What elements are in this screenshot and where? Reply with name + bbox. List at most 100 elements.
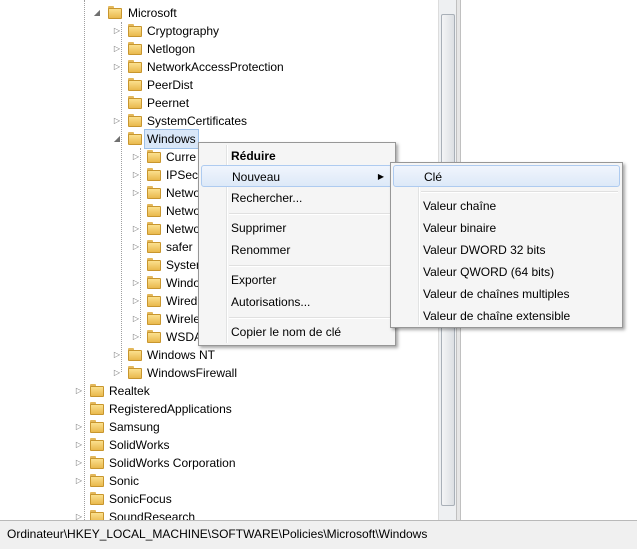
folder-icon <box>147 294 161 307</box>
folder-icon <box>147 186 161 199</box>
tree-node-label: Windows NT <box>147 348 216 362</box>
expand-icon[interactable]: ▷ <box>112 40 122 58</box>
submenu-item-valeur-dword[interactable]: Valeur DWORD 32 bits <box>393 239 620 261</box>
folder-icon <box>90 510 104 520</box>
menu-item-autorisations[interactable]: Autorisations... <box>201 291 393 313</box>
expand-icon[interactable]: ▷ <box>74 508 84 520</box>
tree-node-label: Wired <box>166 294 198 308</box>
tree-node-label: NetworkAccessProtection <box>147 60 284 74</box>
expand-icon[interactable]: ▷ <box>131 148 141 166</box>
submenu-item-valeur-chaine-extensible[interactable]: Valeur de chaîne extensible <box>393 305 620 327</box>
folder-icon <box>128 366 142 379</box>
menu-item-label: Valeur de chaînes multiples <box>423 287 570 301</box>
expand-icon[interactable]: ▷ <box>131 220 141 238</box>
status-path: Ordinateur\HKEY_LOCAL_MACHINE\SOFTWARE\P… <box>7 527 428 541</box>
menu-separator <box>229 317 391 319</box>
expand-icon[interactable]: ▷ <box>74 472 84 490</box>
folder-icon <box>90 402 104 415</box>
menu-item-copier-nom-cle[interactable]: Copier le nom de clé <box>201 321 393 343</box>
menu-item-label: Valeur binaire <box>423 221 497 235</box>
folder-icon <box>128 60 142 73</box>
tree-node-label: Wirele <box>166 312 201 326</box>
folder-icon <box>90 456 104 469</box>
menu-item-nouveau[interactable]: Nouveau ▶ <box>201 165 393 187</box>
menu-item-exporter[interactable]: Exporter <box>201 269 393 291</box>
tree-node-label: Curre <box>166 150 197 164</box>
folder-icon <box>128 78 142 91</box>
folder-icon <box>147 204 161 217</box>
tree-node-label: SonicFocus <box>109 492 172 506</box>
submenu-item-valeur-chaines-multiples[interactable]: Valeur de chaînes multiples <box>393 283 620 305</box>
menu-item-reduire[interactable]: Réduire <box>201 145 393 167</box>
menu-item-rechercher[interactable]: Rechercher... <box>201 187 393 209</box>
menu-item-label: Renommer <box>231 243 291 257</box>
folder-icon <box>128 114 142 127</box>
collapse-icon[interactable]: ◢ <box>112 130 122 148</box>
tree-node-label: Windows <box>144 129 199 149</box>
folder-icon <box>90 384 104 397</box>
tree-node-label: SystemCertificates <box>147 114 248 128</box>
tree-node-label: Windo <box>166 276 201 290</box>
expand-icon[interactable]: ▷ <box>74 454 84 472</box>
folder-icon <box>147 330 161 343</box>
expand-icon[interactable]: ▷ <box>74 436 84 454</box>
expand-icon[interactable]: ▷ <box>112 22 122 40</box>
menu-separator <box>229 265 391 267</box>
tree-node-label: RegisteredApplications <box>109 402 232 416</box>
submenu-item-valeur-binaire[interactable]: Valeur binaire <box>393 217 620 239</box>
menu-item-label: Valeur de chaîne extensible <box>423 309 571 323</box>
submenu-arrow-icon: ▶ <box>377 172 384 181</box>
expand-icon[interactable]: ▷ <box>74 418 84 436</box>
tree-node-label: Netwo <box>166 204 201 218</box>
menu-separator <box>229 213 391 215</box>
menu-item-label: Exporter <box>231 273 277 287</box>
tree-node-label: Samsung <box>109 420 160 434</box>
tree-node-label: PeerDist <box>147 78 194 92</box>
expand-icon[interactable]: ▷ <box>112 364 122 382</box>
folder-icon <box>147 150 161 163</box>
expand-icon[interactable]: ▷ <box>112 346 122 364</box>
tree-node-label: safer <box>166 240 193 254</box>
expand-icon[interactable]: ▷ <box>74 382 84 400</box>
submenu-item-cle[interactable]: Clé <box>393 165 620 187</box>
collapse-icon[interactable]: ◢ <box>92 4 102 22</box>
tree-node-label: WSDA <box>166 330 202 344</box>
submenu-nouveau: Clé Valeur chaîne Valeur binaire Valeur … <box>390 162 623 328</box>
menu-item-label: Clé <box>424 170 443 184</box>
tree-node-label: Netwo <box>166 186 201 200</box>
menu-item-label: Autorisations... <box>231 295 311 309</box>
folder-icon <box>147 168 161 181</box>
menu-item-label: Réduire <box>231 149 276 163</box>
menu-item-label: Nouveau <box>232 170 281 184</box>
menu-item-label: Supprimer <box>231 221 287 235</box>
folder-icon <box>128 42 142 55</box>
folder-icon <box>90 420 104 433</box>
expand-icon[interactable]: ▷ <box>131 328 141 346</box>
status-bar: Ordinateur\HKEY_LOCAL_MACHINE\SOFTWARE\P… <box>0 520 637 549</box>
tree-node-label: IPSec <box>166 168 199 182</box>
menu-item-label: Rechercher... <box>231 191 303 205</box>
menu-item-renommer[interactable]: Renommer <box>201 239 393 261</box>
tree-node-label: Netwo <box>166 222 201 236</box>
folder-icon <box>147 276 161 289</box>
folder-icon <box>128 348 142 361</box>
folder-open-icon <box>128 132 142 145</box>
expand-icon[interactable]: ▷ <box>131 310 141 328</box>
tree-node-label: SolidWorks Corporation <box>109 456 236 470</box>
expand-icon[interactable]: ▷ <box>131 184 141 202</box>
submenu-item-valeur-qword[interactable]: Valeur QWORD (64 bits) <box>393 261 620 283</box>
tree-node-label: SoundResearch <box>109 510 196 520</box>
folder-icon <box>147 240 161 253</box>
expand-icon[interactable]: ▷ <box>131 292 141 310</box>
submenu-item-valeur-chaine[interactable]: Valeur chaîne <box>393 195 620 217</box>
expand-icon[interactable]: ▷ <box>112 112 122 130</box>
expand-icon[interactable]: ▷ <box>131 238 141 256</box>
tree-node-label: Realtek <box>109 384 150 398</box>
tree-guide-line <box>84 0 85 520</box>
tree-node-label: Sonic <box>109 474 140 488</box>
menu-item-supprimer[interactable]: Supprimer <box>201 217 393 239</box>
menu-item-label: Copier le nom de clé <box>231 325 342 339</box>
expand-icon[interactable]: ▷ <box>131 274 141 292</box>
expand-icon[interactable]: ▷ <box>131 166 141 184</box>
expand-icon[interactable]: ▷ <box>112 58 122 76</box>
